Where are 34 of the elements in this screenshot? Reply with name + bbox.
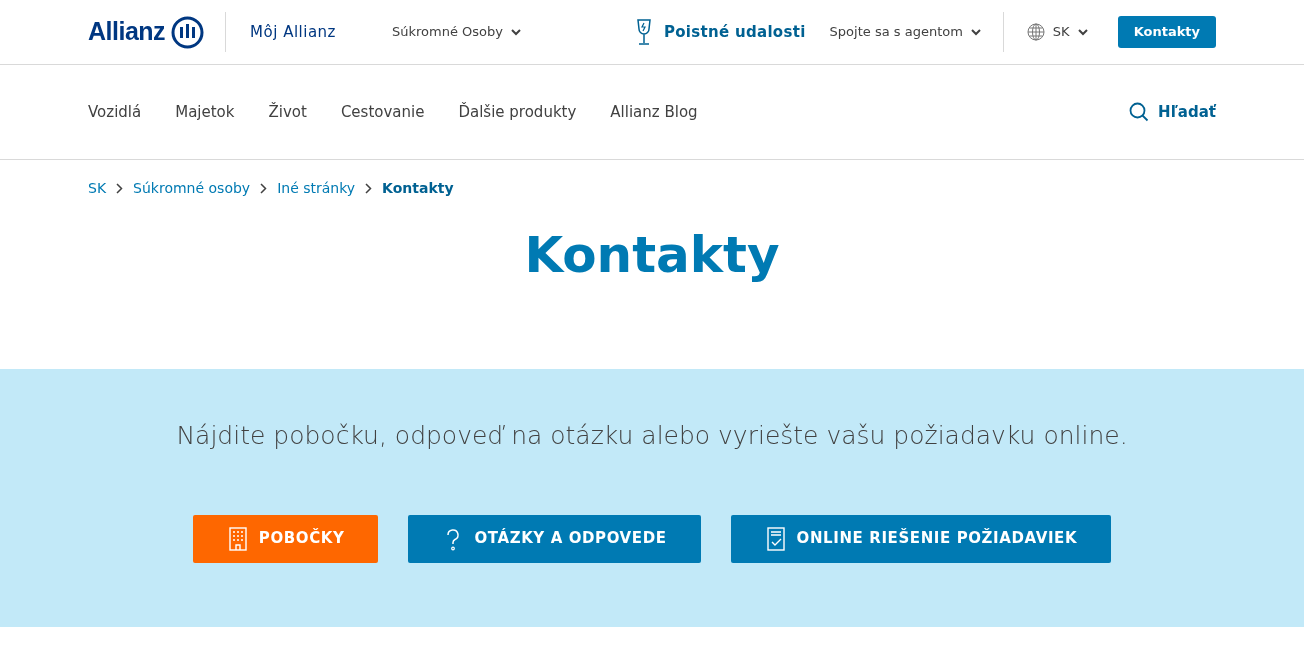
claims-link[interactable]: Poistné udalosti [635, 19, 806, 45]
search-icon [1129, 102, 1150, 122]
nav-link[interactable]: Allianz Blog [610, 100, 698, 124]
chevron-right-icon [116, 183, 124, 194]
page-title: Kontakty [523, 225, 781, 286]
breadcrumb-link[interactable]: Súkromné osoby [133, 178, 251, 199]
nav-link[interactable]: Majetok [175, 100, 235, 124]
chevron-right-icon [260, 183, 268, 194]
nav-link[interactable]: Život [268, 100, 307, 124]
building-icon [226, 526, 249, 551]
search-link[interactable]: Hľadať [1129, 100, 1216, 124]
nav-link[interactable]: Vozidlá [88, 100, 142, 124]
my-allianz-link[interactable]: Môj Allianz [250, 20, 336, 44]
language-dropdown[interactable]: SK [1026, 22, 1088, 42]
banner-text: Nájdite pobočku, odpoveď na otázku alebo vyriešte vašu požiadavku online. [176, 420, 1128, 452]
breadcrumb-link[interactable]: SK [88, 178, 107, 199]
chevron-down-icon [510, 28, 521, 36]
chevron-down-icon [1077, 28, 1088, 36]
agent-dropdown[interactable]: Spojte sa s agentom [829, 22, 981, 42]
globe-icon [1026, 23, 1045, 41]
nav-link[interactable]: Ďalšie produkty [458, 100, 577, 124]
segment-dropdown[interactable]: Súkromné Osoby [391, 22, 521, 42]
contact-button[interactable]: Kontakty [1117, 16, 1216, 48]
action-button[interactable]: OTÁZKY A ODPOVEDE [408, 514, 701, 563]
nav-link[interactable]: Cestovanie [340, 100, 425, 124]
action-button[interactable]: ONLINE RIEŠENIE POŽIADAVIEK [730, 514, 1112, 563]
chevron-down-icon [970, 28, 981, 36]
broken-glass-icon [635, 19, 652, 45]
breadcrumb-link[interactable]: Iné stránky [277, 178, 356, 199]
logo-wordmark[interactable]: Allianz [88, 13, 166, 51]
breadcrumb-link[interactable]: Kontakty [382, 178, 454, 199]
logo-icon [171, 15, 205, 49]
checklist-icon [764, 526, 787, 551]
chevron-right-icon [365, 183, 373, 194]
